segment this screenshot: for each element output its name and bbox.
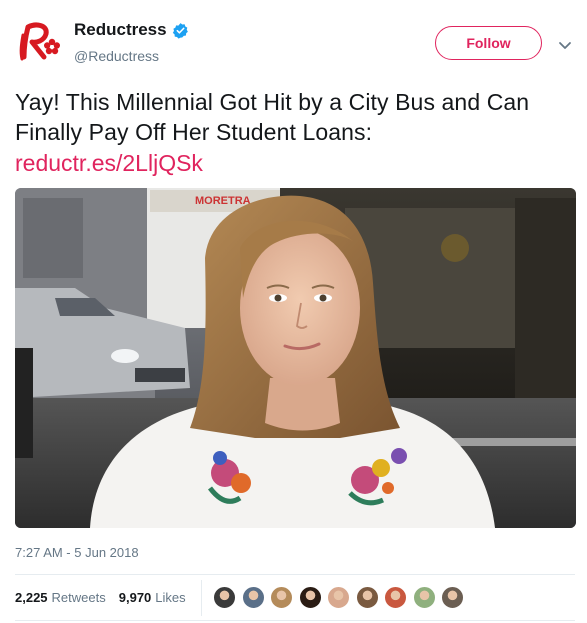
retweets-label[interactable]: Retweets <box>52 590 106 605</box>
liker-avatar-2[interactable] <box>241 586 265 609</box>
stats-separator <box>201 580 202 616</box>
likes-label[interactable]: Likes <box>155 590 185 605</box>
tweet-stats: 2,225 Retweets 9,970 Likes <box>15 590 186 605</box>
tweet-card: Reductress @Reductress Follow Yay! This … <box>0 0 587 623</box>
liker-avatar-8[interactable] <box>412 586 436 609</box>
liker-avatar-4[interactable] <box>298 586 322 609</box>
liker-avatar-1[interactable] <box>213 586 236 609</box>
tweet-photo[interactable]: MORETRA <box>15 188 576 528</box>
svg-text:MORETRA: MORETRA <box>195 195 251 207</box>
liker-avatar-9[interactable] <box>441 586 464 609</box>
retweets-count[interactable]: 2,225 <box>15 590 48 605</box>
reductress-logo-icon[interactable] <box>14 17 64 67</box>
tweet-text: Yay! This Millennial Got Hit by a City B… <box>15 89 530 145</box>
account-handle[interactable]: @Reductress <box>74 48 159 64</box>
liker-avatar-5[interactable] <box>327 586 350 609</box>
display-name[interactable]: Reductress <box>74 20 167 40</box>
follow-button[interactable]: Follow <box>435 26 542 60</box>
liker-avatar-7[interactable] <box>384 586 407 609</box>
tweet-timestamp[interactable]: 7:27 AM - 5 Jun 2018 <box>15 545 139 560</box>
likes-count[interactable]: 9,970 <box>119 590 152 605</box>
liker-avatars <box>213 586 470 610</box>
liker-avatar-3[interactable] <box>270 586 293 609</box>
verified-badge-icon <box>172 22 189 39</box>
divider <box>15 620 575 621</box>
tweet-link[interactable]: reductr.es/2LljQSk <box>15 148 203 178</box>
chevron-down-icon[interactable] <box>558 38 572 49</box>
account-name-row[interactable]: Reductress <box>74 20 189 40</box>
divider <box>15 574 575 575</box>
liker-avatar-6[interactable] <box>355 586 379 609</box>
